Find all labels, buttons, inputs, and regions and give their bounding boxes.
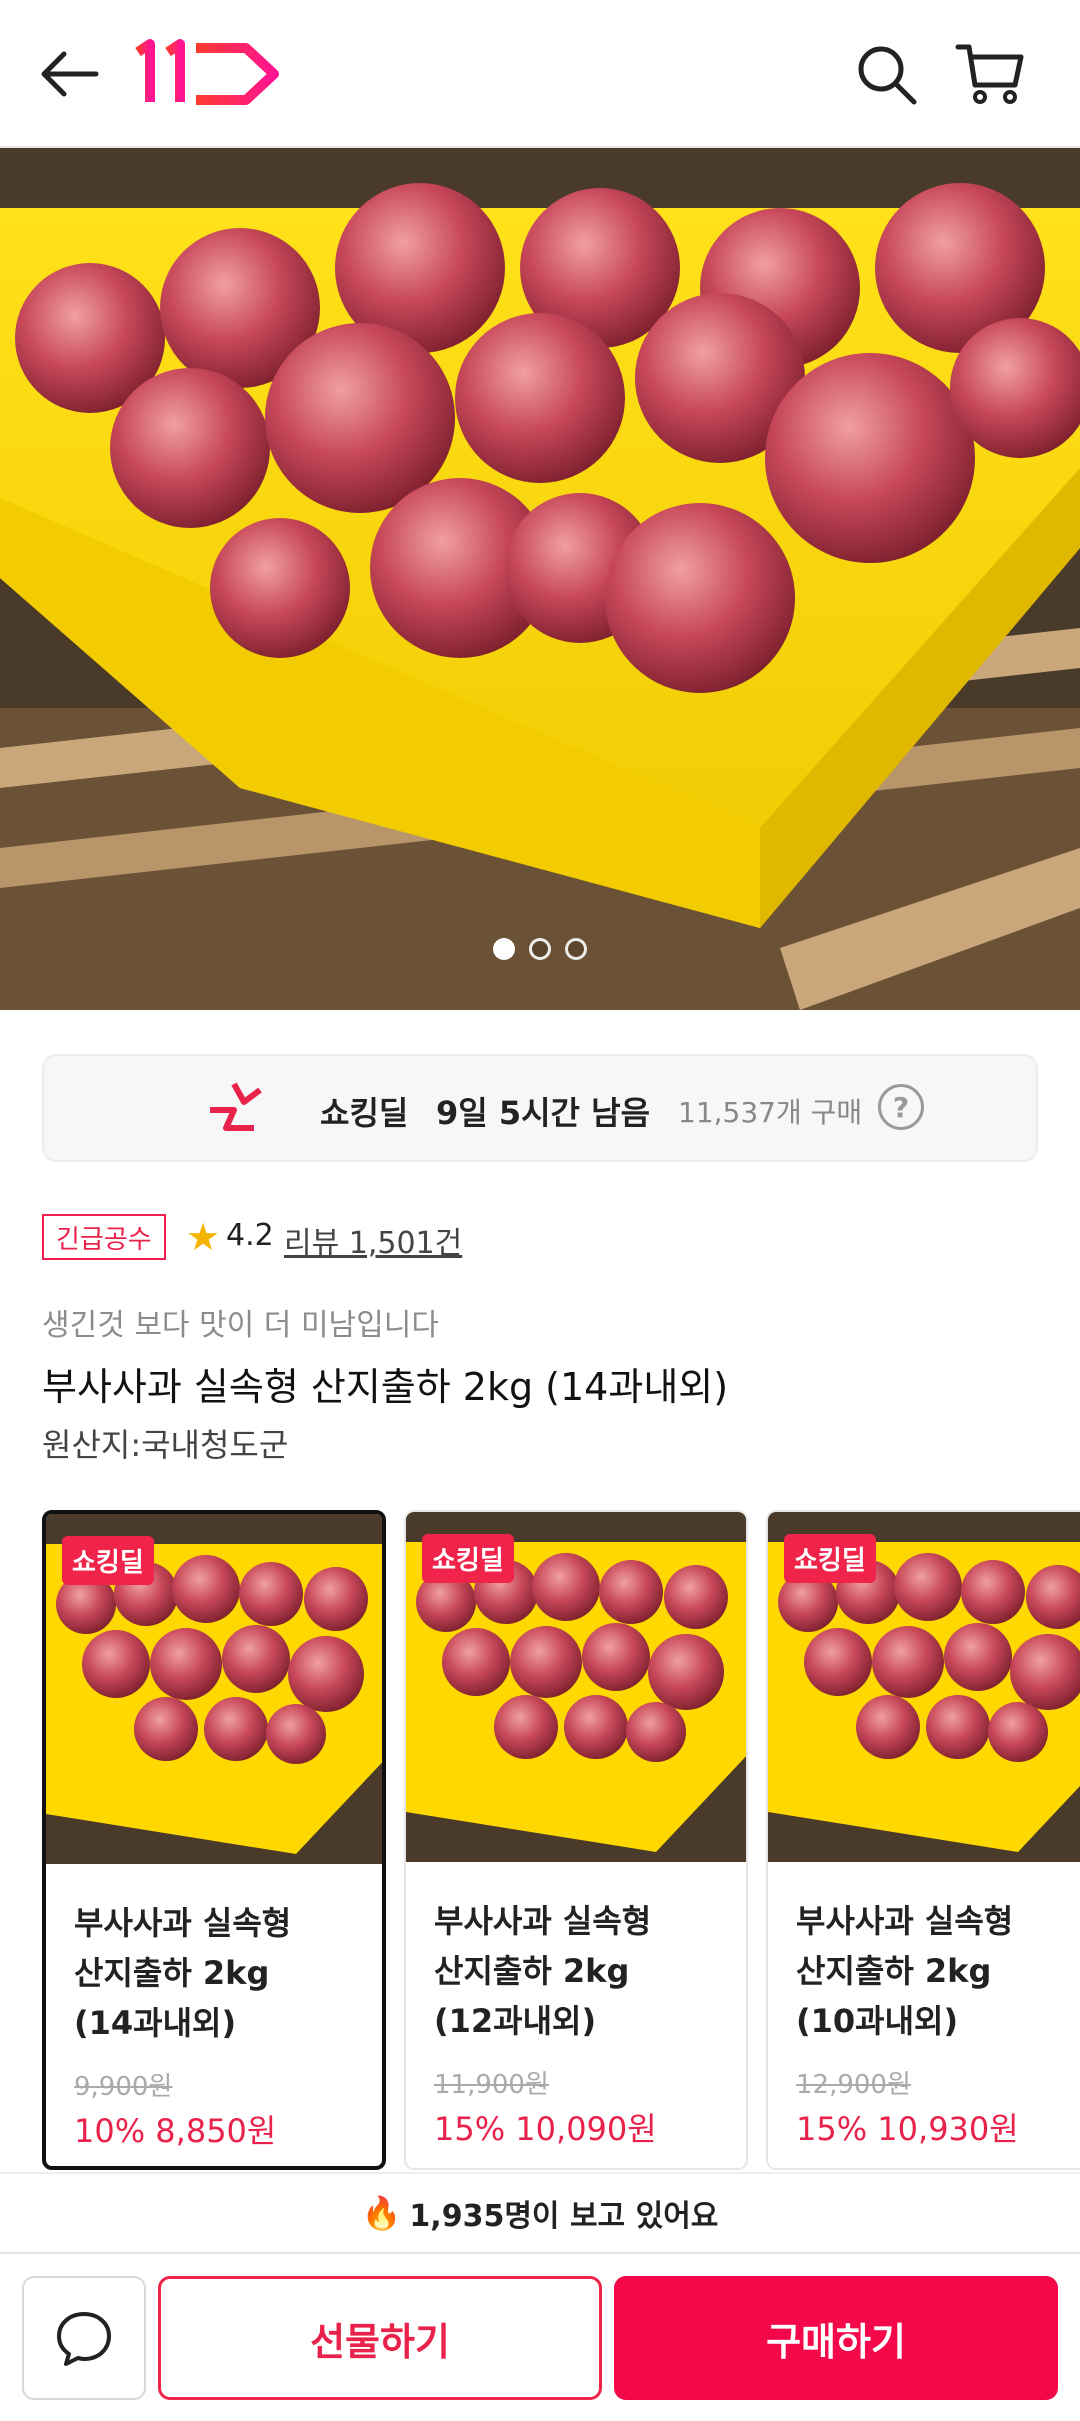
bottom-action-bar: 선물하기 구매하기 xyxy=(0,2252,1080,2421)
option-name-line: 부사사과 실속형 xyxy=(434,1902,652,1940)
option-original-price: 11,900원 xyxy=(434,2070,549,2100)
product-subtitle: 생긴것 보다 맛이 더 미남입니다 xyxy=(42,1308,439,1343)
back-arrow-icon xyxy=(41,51,99,97)
11st-logo[interactable] xyxy=(134,38,284,108)
product-photo-apples xyxy=(0,148,1080,1010)
product-title: 부사사과 실속형 산지출하 2kg (14과내외) xyxy=(42,1365,729,1409)
option-name-line: 산지출하 2kg xyxy=(74,1954,270,1992)
option-card-list[interactable]: 쇼킹딜 부사사과 실속형 산지출하 2kg (14과내외) 9,900원 10%… xyxy=(42,1510,1080,2170)
option-card[interactable]: 쇼킹딜 부사사과 실속형 산지출하 2kg (12과내외) 11,900원 15… xyxy=(404,1510,748,2170)
chat-button[interactable] xyxy=(22,2276,146,2400)
option-card-name: 부사사과 실속형 산지출하 2kg (14과내외) xyxy=(74,1898,374,2048)
viewers-notice: 🔥 1,935명이 보고 있어요 xyxy=(0,2172,1080,2252)
option-card-name: 부사사과 실속형 산지출하 2kg (12과내외) xyxy=(434,1896,734,2046)
search-button[interactable] xyxy=(846,34,926,114)
option-card-tag: 쇼킹딜 xyxy=(784,1534,876,1583)
fire-icon: 🔥 xyxy=(361,2194,402,2232)
option-name-line: 산지출하 2kg xyxy=(434,1952,630,1990)
option-card[interactable]: 쇼킹딜 부사사과 실속형 산지출하 2kg (10과내외) 12,900원 15… xyxy=(766,1510,1080,2170)
carousel-dot-2[interactable] xyxy=(529,938,551,960)
option-name-line: 부사사과 실속형 xyxy=(74,1904,292,1942)
deal-time-left: 9일 5시간 남음 xyxy=(436,1094,651,1132)
star-icon: ★ xyxy=(186,1215,221,1259)
carousel-indicator xyxy=(0,938,1080,960)
review-link[interactable]: 리뷰 1,501건 xyxy=(284,1218,462,1262)
app-header xyxy=(0,0,1080,148)
option-name-line: 부사사과 실속형 xyxy=(796,1902,1014,1940)
product-origin: 원산지:국내청도군 xyxy=(42,1426,289,1464)
option-name-line: (10과내외) xyxy=(796,2002,959,2040)
shocking-deal-bar: 쇼킹딜 9일 5시간 남음 11,537개 구매 ? xyxy=(42,1054,1038,1162)
option-name-line: (12과내외) xyxy=(434,2002,597,2040)
shocking-deal-icon xyxy=(210,1082,262,1131)
option-card-tag: 쇼킹딜 xyxy=(62,1536,154,1585)
chat-bubble-icon xyxy=(57,2312,111,2366)
cart-button[interactable] xyxy=(950,34,1030,114)
search-icon xyxy=(858,46,917,105)
deal-help-icon[interactable]: ? xyxy=(878,1084,924,1130)
option-sale-price: 15% 10,090원 xyxy=(434,2110,657,2148)
option-card-name: 부사사과 실속형 산지출하 2kg (10과내외) xyxy=(796,1896,1080,2046)
option-sale-price: 10% 8,850원 xyxy=(74,2112,277,2150)
cart-icon xyxy=(955,44,1024,104)
viewers-text: 1,935명이 보고 있어요 xyxy=(409,2199,719,2234)
option-sale-price: 15% 10,930원 xyxy=(796,2110,1019,2148)
option-original-price: 9,900원 xyxy=(74,2072,173,2102)
back-button[interactable] xyxy=(28,34,108,114)
rating-value: 4.2 xyxy=(226,1218,274,1253)
carousel-dot-1[interactable] xyxy=(493,938,515,960)
option-card[interactable]: 쇼킹딜 부사사과 실속형 산지출하 2kg (14과내외) 9,900원 10%… xyxy=(42,1510,386,2170)
buy-button[interactable]: 구매하기 xyxy=(614,2276,1058,2400)
option-original-price: 12,900원 xyxy=(796,2070,911,2100)
product-image-carousel[interactable] xyxy=(0,148,1080,1010)
option-name-line: (14과내외) xyxy=(74,2004,237,2042)
deal-purchase-count: 11,537개 구매 xyxy=(678,1096,863,1129)
option-card-tag: 쇼킹딜 xyxy=(422,1534,514,1583)
carousel-dot-3[interactable] xyxy=(565,938,587,960)
urgent-supply-badge: 긴급공수 xyxy=(42,1214,166,1260)
gift-button[interactable]: 선물하기 xyxy=(158,2276,602,2400)
option-name-line: 산지출하 2kg xyxy=(796,1952,992,1990)
deal-brand-label: 쇼킹딜 xyxy=(320,1094,409,1132)
